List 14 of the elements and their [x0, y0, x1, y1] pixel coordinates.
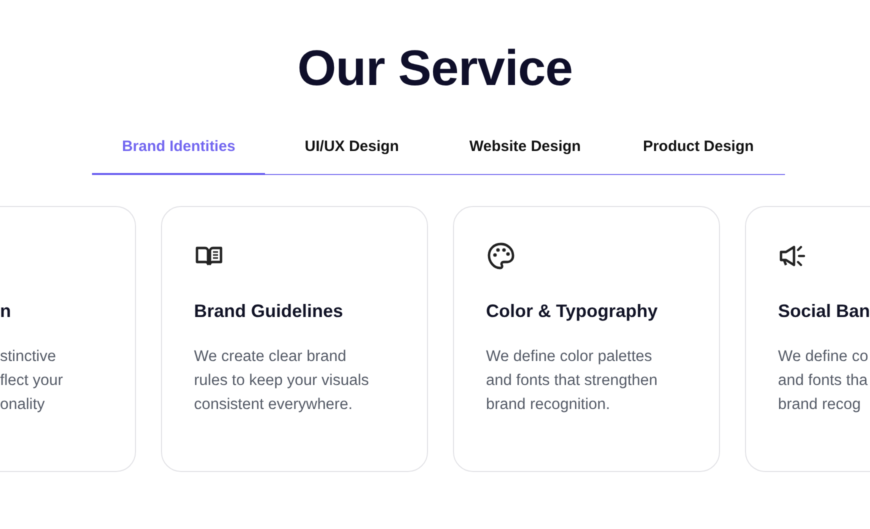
card-description: stinctive flect your onality [0, 346, 64, 414]
tab[interactable]: Product Design [612, 128, 785, 174]
tab[interactable]: Brand Identities [92, 128, 266, 174]
tab[interactable]: Website Design [438, 128, 612, 174]
card-title: Color & Typography [486, 300, 658, 322]
section-heading: Our Service [296, 39, 574, 98]
palette-icon [486, 240, 516, 270]
card-description: We define co and fonts tha brand recog [778, 346, 870, 414]
card-title: Brand Guidelines [194, 300, 344, 322]
tab[interactable]: UI/UX Design [265, 128, 438, 174]
card-description: We create clear brand rules to keep your visuals consistent everywhere. [194, 346, 370, 414]
card-title: n [0, 300, 11, 322]
card-description: We define color palettes and fonts that strengthen brand recognition. [486, 346, 658, 414]
card-title: Social Ban [778, 300, 870, 322]
